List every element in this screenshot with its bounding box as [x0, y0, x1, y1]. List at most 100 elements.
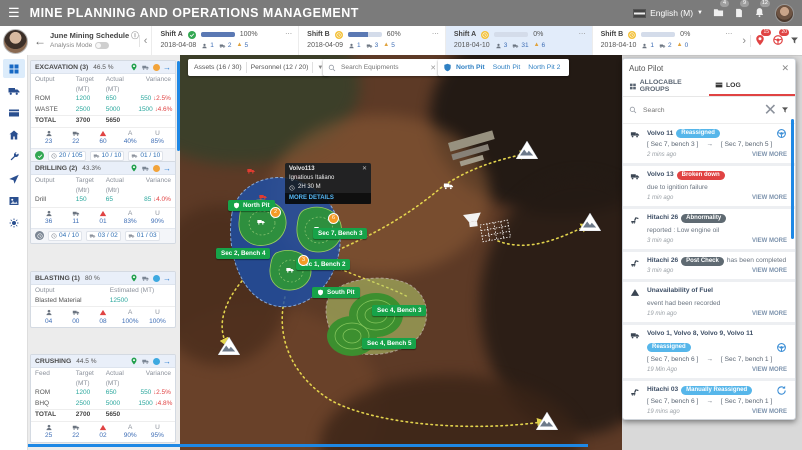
equipment-tooltip[interactable]: Volvo113 ✕ Ignatious Italiano 2H 30 M MOR…: [285, 163, 371, 204]
app-title: MINE PLANNING AND OPERATIONS MANAGEMENT: [29, 6, 359, 20]
loop-icon[interactable]: [776, 385, 787, 396]
bench-label[interactable]: Sec 2, Bench 4: [216, 248, 271, 259]
shift-more-icon[interactable]: ⋯: [432, 29, 439, 40]
fleet-icon[interactable]: [141, 64, 150, 71]
files-button[interactable]: 4: [713, 0, 729, 22]
analysis-mode-toggle[interactable]: Analysis Mode: [50, 41, 139, 51]
view-more-link[interactable]: VIEW MORE: [752, 309, 787, 319]
bench-label[interactable]: Sec 4, Bench 3: [372, 305, 427, 316]
tab-allocable-groups[interactable]: ALLOCABLE GROUPS: [623, 76, 709, 96]
log-search-input[interactable]: [641, 105, 760, 115]
sidebar-item-card[interactable]: [3, 103, 25, 122]
bench-count-badge[interactable]: 2: [270, 207, 281, 218]
sidebar-item-send[interactable]: [3, 169, 25, 188]
sidebar-item-image[interactable]: [3, 191, 25, 210]
view-more-link[interactable]: VIEW MORE: [752, 365, 787, 375]
shift-next-chevron[interactable]: ›: [738, 34, 751, 47]
user-avatar[interactable]: [775, 3, 794, 23]
view-more-link[interactable]: VIEW MORE: [752, 266, 787, 276]
view-more-link[interactable]: VIEW MORE: [752, 150, 787, 160]
shift-card[interactable]: Shift B 60% ⋯ 2018-04-09 1 3 ▲ 5: [298, 26, 445, 55]
coin-icon[interactable]: [153, 274, 160, 282]
bench-label[interactable]: Sec 7, Bench 3: [313, 228, 368, 239]
tab-north-pit[interactable]: North Pit: [452, 64, 489, 71]
tab-south-pit[interactable]: South Pit: [489, 64, 525, 71]
log-entry[interactable]: Hitachi 26 Post Check has been completed 3 …: [623, 252, 795, 283]
crushing-card[interactable]: CRUSHING 44.5 % → Feed Target (MT) Actual (…: [30, 354, 176, 443]
shift-card[interactable]: Shift B 0% ⋯ 2018-04-10 1 2 ▲ 0: [591, 26, 739, 55]
steer-icon[interactable]: [776, 128, 787, 139]
notifications-bell-icon[interactable]: 12: [754, 0, 770, 22]
horizontal-scrollbar[interactable]: [28, 444, 588, 447]
sidebar-item-wrench[interactable]: [3, 147, 25, 166]
blasting-card[interactable]: BLASTING (1) 80 % → Output Estimated (MT) …: [30, 271, 176, 329]
log-entry[interactable]: Volvo 11 Reassigned[ Sec 7, bench 3 ] →[ S…: [623, 124, 795, 167]
goto-arrow-icon[interactable]: →: [163, 164, 171, 172]
south-pit-label[interactable]: South Pit: [312, 287, 360, 298]
log-entry[interactable]: Volvo 13 Broken down due to ignition failu…: [623, 166, 795, 210]
sidebar-item-grid[interactable]: [2, 59, 25, 78]
log-entry[interactable]: Unavailability of Fuel event had been rec…: [623, 282, 795, 326]
sidebar-item-truck[interactable]: [3, 81, 25, 100]
shift-more-icon[interactable]: ⋯: [725, 29, 732, 40]
clear-search-icon[interactable]: ✕: [430, 64, 436, 72]
shift-card[interactable]: Shift A 0% ⋯ 2018-04-10 3 31 ▲ 6: [444, 26, 592, 55]
fleet-icon[interactable]: [141, 358, 150, 365]
location-pin-icon[interactable]: [130, 357, 138, 365]
location-pin-icon[interactable]: [130, 274, 138, 282]
bench-count-badge[interactable]: 3: [298, 255, 309, 266]
coin-icon[interactable]: [153, 357, 160, 365]
kpi-panel-column: EXCAVATION (3) 46.5 % → Output Target (MT)…: [28, 55, 180, 450]
language-selector[interactable]: English (M) ▼: [633, 8, 703, 18]
view-more-link[interactable]: VIEW MORE: [752, 193, 787, 203]
goto-arrow-icon[interactable]: →: [163, 274, 171, 282]
back-arrow-icon[interactable]: ←: [34, 34, 46, 48]
personnel-filter[interactable]: Personnel (12 / 20): [251, 64, 309, 71]
map-search-bar[interactable]: ✕: [323, 59, 441, 76]
goto-arrow-icon[interactable]: →: [163, 63, 171, 71]
documents-button[interactable]: 9: [734, 0, 749, 22]
menu-icon[interactable]: ☰: [8, 5, 20, 21]
shift-more-icon[interactable]: ⋯: [579, 29, 586, 40]
mine-map[interactable]: Assets (16 / 30) Personnel (12 / 20) ▼ ✕…: [180, 55, 622, 450]
log-entry[interactable]: Hitachi 03 Manually Reassigned [ Sec 7, be…: [623, 381, 795, 420]
messages-icon[interactable]: 20: [772, 28, 789, 50]
operator-avatar[interactable]: [3, 29, 28, 54]
assets-filter[interactable]: Assets (16 / 30): [194, 64, 242, 71]
alerts-pin-icon[interactable]: 15: [754, 28, 771, 50]
sidebar-item-gear[interactable]: [3, 213, 25, 232]
coin-icon[interactable]: [153, 63, 160, 71]
more-details-link[interactable]: MORE DETAILS: [285, 193, 371, 204]
clear-search-icon[interactable]: ✕: [764, 100, 777, 120]
shift-more-icon[interactable]: ⋯: [285, 29, 292, 40]
shift-prev-chevron[interactable]: ‹: [138, 34, 152, 47]
steer-icon[interactable]: [776, 342, 787, 353]
goto-arrow-icon[interactable]: →: [163, 357, 171, 365]
excavation-card[interactable]: EXCAVATION (3) 46.5 % → Output Target (MT)…: [30, 60, 176, 164]
bench-label[interactable]: Sec 4, Bench 5: [362, 338, 417, 349]
location-pin-icon[interactable]: [130, 63, 138, 71]
log-entry[interactable]: Hitachi 26 Abnormality reported : Low engi…: [623, 209, 795, 253]
view-more-link[interactable]: VIEW MORE: [752, 236, 787, 246]
filter-icon[interactable]: [790, 32, 799, 50]
fleet-icon[interactable]: [141, 275, 150, 282]
drilling-card[interactable]: DRILLING (2) 43.3% → Output Target (Mtr) Ac…: [30, 161, 176, 244]
location-pin-icon[interactable]: [130, 164, 138, 172]
coin-icon[interactable]: [153, 164, 160, 172]
log-time: 3 min ago: [647, 238, 674, 245]
close-icon[interactable]: ✕: [781, 63, 789, 74]
map-filter-bar[interactable]: Assets (16 / 30) Personnel (12 / 20) ▼: [188, 59, 330, 76]
view-more-link[interactable]: VIEW MORE: [752, 407, 787, 417]
fleet-icon[interactable]: [141, 165, 150, 172]
shift-card[interactable]: Shift A 100% ⋯ 2018-04-08 1 2 ▲ 5: [151, 26, 298, 55]
close-icon[interactable]: ✕: [362, 165, 367, 174]
bench-count-badge[interactable]: 6: [328, 213, 339, 224]
sidebar-item-home[interactable]: [3, 125, 25, 144]
filter-icon[interactable]: [781, 106, 789, 114]
equipment-search-input[interactable]: [339, 63, 417, 72]
north-pit-label[interactable]: North Pit: [228, 200, 275, 211]
tab-log[interactable]: LOG: [709, 76, 795, 96]
log-entry[interactable]: Volvo 1, Volvo 8, Volvo 9, Volvo 11 Reass…: [623, 325, 795, 381]
log-scrollbar[interactable]: [791, 119, 794, 239]
tab-north-pit-2[interactable]: North Pit 2: [524, 64, 564, 71]
